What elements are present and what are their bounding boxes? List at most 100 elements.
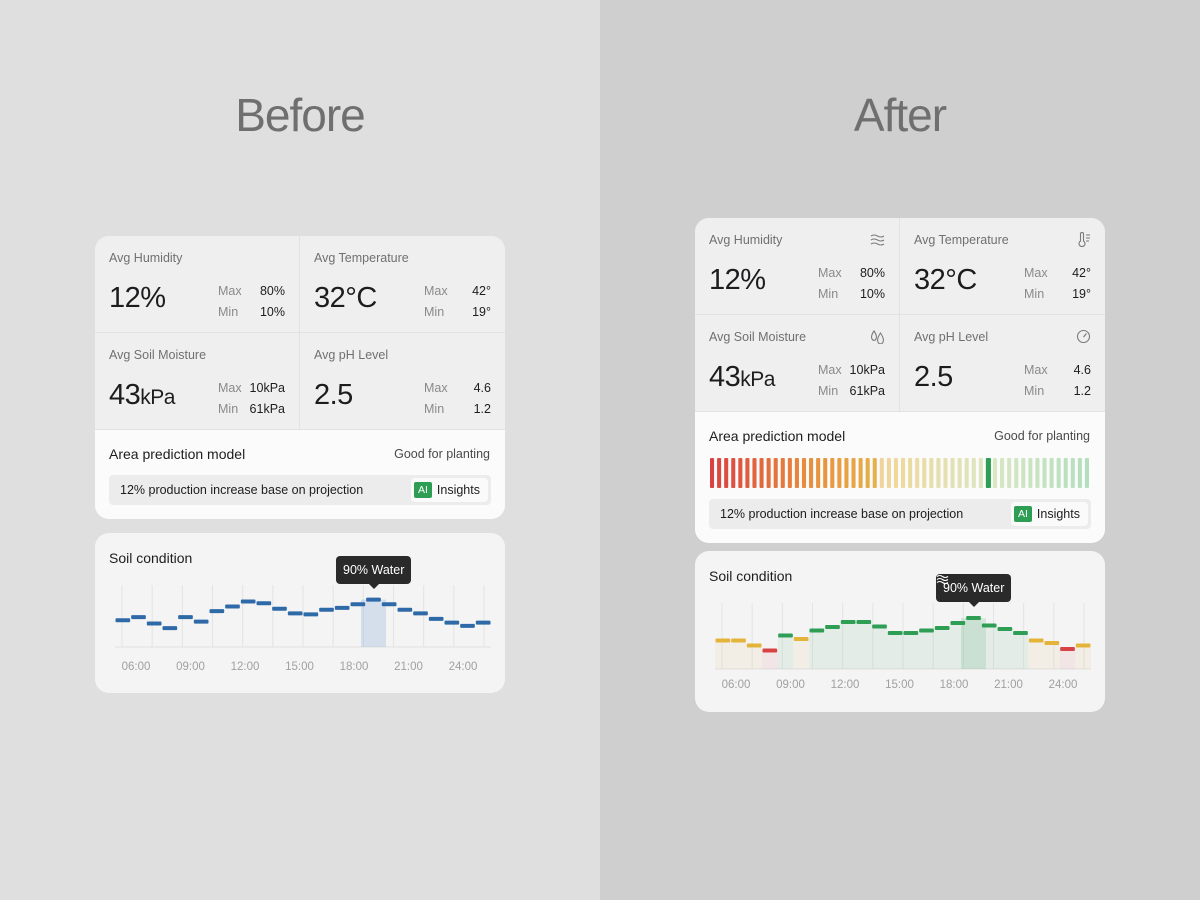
scale-tick [978, 458, 983, 488]
x-tick-label: 06:00 [122, 661, 151, 673]
data-point [146, 621, 162, 626]
scale-tick [915, 458, 920, 488]
scale-tick [957, 458, 962, 488]
metric-soil-moisture: Avg Soil Moisture 43kPa Max 10kPa Min 61kP… [95, 333, 300, 430]
data-point [381, 602, 397, 607]
scale-tick [879, 458, 884, 488]
prediction-title: Area prediction model [109, 446, 246, 462]
scale-tick [1000, 458, 1005, 488]
ai-badge: AI [1013, 506, 1032, 522]
ai-badge: AI [413, 482, 432, 498]
metric-label: Avg Soil Moisture [709, 330, 807, 344]
water-tooltip: 90% Water [336, 555, 412, 589]
insights-button-label: Insights [1036, 507, 1080, 521]
area-segment [824, 627, 841, 669]
data-point [1044, 641, 1060, 645]
scale-tick [844, 458, 849, 488]
scale-tick [992, 458, 998, 488]
data-point [413, 611, 428, 616]
x-tick-label: 12:00 [231, 661, 260, 673]
scale-tick [893, 458, 898, 488]
data-point [1013, 631, 1028, 635]
metric-value: 2.5 [314, 379, 353, 411]
water-tooltip: 90% Water [936, 574, 1012, 607]
area-segment [871, 626, 888, 669]
metric-label: Avg Temperature [314, 251, 409, 265]
insights-button[interactable]: AI Insights [410, 478, 488, 502]
scale-tick [865, 458, 870, 488]
area-segment [950, 623, 966, 669]
metric-stats: Max 42° Min 19° [424, 284, 491, 319]
before-panel: Before Avg Humidity 12% Max 80% Min 10% Av… [0, 0, 600, 900]
data-point [193, 619, 209, 624]
x-tick-label: 15:00 [885, 679, 914, 691]
area-segment [997, 629, 1013, 669]
scale-tick [717, 458, 722, 488]
x-tick-label: 21:00 [394, 661, 423, 673]
after-title: After [853, 89, 947, 141]
data-point [981, 623, 997, 628]
water-drops-icon [871, 330, 884, 344]
insight-bar: 12% production increase base on projecti… [109, 475, 491, 505]
scale-tick [823, 458, 828, 488]
metric-label: Avg Humidity [109, 251, 183, 265]
scale-tick [964, 458, 969, 488]
x-tick-label: 24:00 [449, 661, 478, 673]
scale-tick [943, 458, 948, 488]
scale-tick [816, 458, 821, 488]
scale-tick [1014, 458, 1019, 488]
insight-text: 12% production increase base on projecti… [120, 483, 364, 497]
scale-tick [1063, 458, 1068, 488]
data-point [840, 620, 856, 624]
data-point [1075, 643, 1091, 648]
data-point [934, 626, 950, 630]
area-segment [887, 633, 903, 669]
area-segment [1044, 643, 1060, 669]
metric-temperature: Avg Temperature 32°C Max 42° Min 19° [900, 218, 1105, 315]
after-panel: After Avg Humidity 12% Max 80% Min 10% Avg… [600, 0, 1200, 900]
metric-label: Avg pH Level [314, 348, 389, 362]
insight-text: 12% production increase base on projecti… [720, 507, 964, 521]
scale-tick [901, 458, 906, 488]
data-point [966, 616, 981, 620]
x-tick-label: 12:00 [831, 679, 860, 691]
data-point [793, 637, 809, 641]
scale-tick [936, 458, 941, 488]
data-point [334, 605, 350, 610]
scale-tick [837, 458, 842, 488]
metrics-grid: Avg Humidity 12% Max 80% Min 10% Avg Tempe… [695, 218, 1105, 412]
metric-stats: Max 10kPa Min 61kPa [818, 363, 885, 398]
scale-tick [1007, 458, 1012, 488]
metric-humidity: Avg Humidity 12% Max 80% Min 10% [695, 218, 900, 315]
scale-tick [922, 458, 927, 488]
x-tick-label: 24:00 [1049, 679, 1078, 691]
scale-tick [1070, 458, 1075, 488]
data-point [428, 616, 444, 621]
scale-tick [766, 458, 771, 488]
area-segment [715, 640, 731, 669]
scale-tick [1028, 458, 1033, 488]
insights-button[interactable]: AI Insights [1010, 502, 1088, 526]
metric-value: 2.5 [914, 361, 953, 393]
prediction-section: Area prediction model Good for planting … [95, 430, 505, 519]
data-point [715, 638, 731, 643]
prediction-scale [710, 458, 1089, 488]
scale-indicator [985, 458, 991, 488]
metric-ph-level: Avg pH Level 2.5 Max 4.6 Min 1.2 [900, 315, 1105, 412]
x-tick-label: 09:00 [776, 679, 805, 691]
x-tick-label: 18:00 [940, 679, 969, 691]
scale-tick [1021, 458, 1026, 488]
gauge-icon [1076, 329, 1091, 344]
prediction-section: Area prediction model Good for planting … [695, 412, 1105, 543]
data-point [1028, 638, 1044, 643]
data-point [240, 599, 256, 604]
soil-metrics-card: Avg Humidity 12% Max 80% Min 10% Avg Tempe… [695, 218, 1105, 543]
thermometer-icon [1078, 232, 1090, 247]
metric-value: 12% [709, 264, 766, 296]
metrics-grid: Avg Humidity 12% Max 80% Min 10% Avg Tempe… [95, 236, 505, 430]
data-point [997, 627, 1013, 631]
metric-stats: Max 4.6 Min 1.2 [1024, 363, 1091, 398]
area-segment [1059, 649, 1076, 669]
metric-soil-moisture: Avg Soil Moisture 43kPa Max 10kPa Min 61kP… [695, 315, 900, 412]
data-point [303, 612, 319, 617]
